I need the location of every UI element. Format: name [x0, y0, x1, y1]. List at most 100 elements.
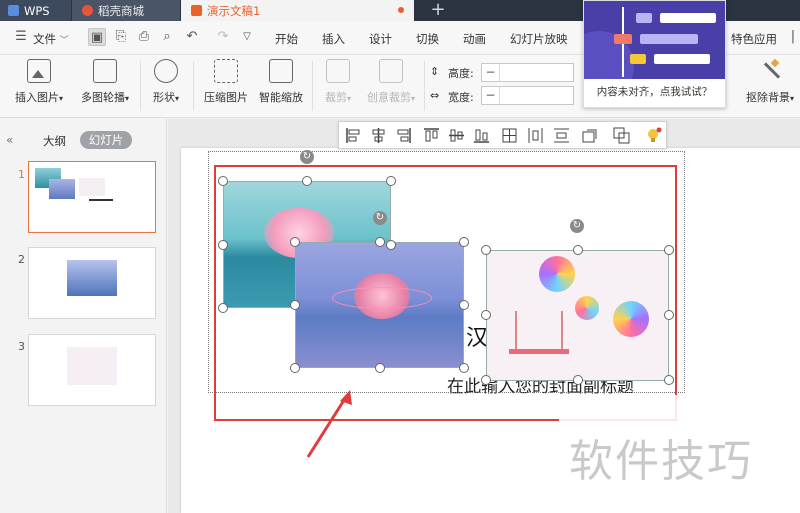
creative-crop-button[interactable]: 创意裁剪▾: [364, 59, 418, 105]
print-preview-icon[interactable]: ⌕: [158, 28, 176, 46]
tab-doc-label: 演示文稿1: [207, 3, 261, 18]
magic-wand-icon: [758, 58, 782, 83]
align-bottom-icon[interactable]: [473, 127, 490, 144]
quick-access-dropdown-icon[interactable]: ▽: [238, 28, 256, 46]
insert-picture-button[interactable]: 插入图片▾: [10, 59, 68, 105]
export-pdf-icon[interactable]: ⎘: [112, 28, 130, 46]
tab-outline[interactable]: 大纲: [43, 133, 66, 149]
wps-logo-icon: [8, 5, 19, 16]
crop-label: 裁剪: [324, 91, 347, 104]
picture-icon: [27, 59, 51, 83]
creative-crop-label: 创意裁剪: [366, 91, 411, 104]
ribbon-divider: [312, 61, 313, 111]
redo-icon[interactable]: ↷: [214, 28, 232, 46]
compress-picture-button[interactable]: 压缩图片: [200, 59, 252, 105]
file-menu[interactable]: 文件 ﹀: [33, 31, 69, 47]
slide-thumbnail-2[interactable]: [28, 247, 156, 319]
slide-number: 1: [18, 168, 25, 181]
ribbon-divider: [140, 61, 141, 111]
shape-label: 形状: [152, 91, 175, 104]
tab-docer-store[interactable]: 稻壳商城: [72, 0, 180, 21]
thumb-image: [67, 347, 117, 385]
group-objects-icon[interactable]: [613, 127, 630, 144]
docer-logo-icon: [82, 5, 93, 16]
remove-background-button[interactable]: 抠除背景▾: [742, 58, 798, 105]
unsaved-indicator-dot: [398, 7, 404, 13]
height-label: 高度:: [448, 67, 474, 80]
tab-presentation[interactable]: 演示文稿1: [181, 0, 414, 21]
menu-transition[interactable]: 切换: [416, 31, 439, 47]
slide-number: 3: [18, 340, 25, 353]
shape-icon: [154, 59, 178, 83]
distribute-horizontal-icon[interactable]: [527, 127, 544, 144]
thumb-image: [67, 260, 117, 296]
rotate-handle[interactable]: ↻: [300, 150, 314, 164]
height-input[interactable]: −: [481, 63, 574, 82]
alignment-tip-popup[interactable]: 内容未对齐，点我试试？: [583, 0, 726, 108]
slide-number: 2: [18, 253, 25, 266]
file-menu-label: 文件: [33, 32, 56, 46]
width-decrease-button[interactable]: −: [482, 87, 500, 104]
menu-special-apps[interactable]: 特色应用: [731, 31, 777, 47]
print-icon[interactable]: ⎙: [135, 28, 153, 46]
watermark: 软件技巧: [559, 395, 800, 513]
width-input[interactable]: −: [481, 86, 574, 105]
tab-slides[interactable]: 幻灯片: [80, 131, 132, 149]
multi-carousel-button[interactable]: 多图轮播▾: [76, 59, 134, 105]
menu-animation[interactable]: 动画: [463, 31, 486, 47]
crop-button[interactable]: 裁剪▾: [318, 59, 358, 105]
width-icon: ⇔: [430, 89, 440, 102]
slide-thumbnail-3[interactable]: [28, 334, 156, 406]
remove-background-label: 抠除背景: [745, 91, 790, 104]
crop-icon: [326, 59, 350, 83]
height-decrease-button[interactable]: −: [482, 64, 500, 81]
undo-icon[interactable]: ↶: [183, 28, 201, 46]
menu-design[interactable]: 设计: [369, 31, 392, 47]
distribute-vertical-icon[interactable]: [553, 127, 570, 144]
align-right-icon[interactable]: [395, 127, 412, 144]
annotation-arrow-icon: [306, 390, 352, 458]
smart-tip-lightbulb-icon[interactable]: [645, 127, 662, 144]
highlight-annotation-box: [214, 165, 677, 421]
smart-zoom-icon: [269, 59, 293, 83]
carousel-icon: [93, 59, 117, 83]
menu-slideshow[interactable]: 幻灯片放映: [510, 31, 568, 47]
shape-button[interactable]: 形状▾: [146, 59, 186, 105]
alignment-float-toolbar: [338, 121, 667, 149]
thumb-image: [79, 178, 105, 196]
compress-picture-label: 压缩图片: [204, 91, 248, 104]
width-label: 宽度:: [448, 91, 474, 104]
menu-insert[interactable]: 插入: [322, 31, 345, 47]
more-menu-icon[interactable]: |: [784, 28, 800, 46]
add-tab-button[interactable]: +: [428, 0, 448, 21]
chevron-down-icon: ﹀: [59, 36, 69, 46]
slide-thumbnail-1[interactable]: [28, 161, 156, 233]
align-center-icon[interactable]: [370, 127, 387, 144]
ribbon-divider: [424, 61, 425, 111]
creative-crop-icon: [379, 59, 403, 83]
alignment-illustration: [584, 1, 725, 79]
smart-zoom-button[interactable]: 智能缩放: [256, 59, 306, 105]
thumb-image: [49, 179, 75, 199]
smart-zoom-label: 智能缩放: [259, 91, 303, 104]
slide-navigation-panel: « 大纲 幻灯片 1 2 3: [0, 119, 167, 513]
ribbon-divider: [193, 61, 194, 111]
tab-store-label: 稻壳商城: [98, 3, 144, 18]
watermark-text: 软件技巧: [569, 436, 753, 487]
alignment-tip-text[interactable]: 内容未对齐，点我试试？: [584, 84, 725, 99]
tab-wps-label: WPS: [24, 3, 50, 18]
align-top-icon[interactable]: [423, 127, 440, 144]
menu-home[interactable]: 开始: [275, 31, 298, 47]
collapse-panel-icon[interactable]: «: [6, 133, 13, 147]
presentation-file-icon: [191, 5, 202, 16]
height-icon: ⇕: [430, 65, 440, 78]
hamburger-menu-icon[interactable]: ☰: [12, 28, 30, 46]
align-left-icon[interactable]: [345, 127, 362, 144]
tab-wps-home[interactable]: WPS: [0, 0, 71, 21]
save-icon[interactable]: ▣: [88, 28, 106, 46]
insert-picture-label: 插入图片: [14, 91, 59, 104]
align-page-center-icon[interactable]: [501, 127, 518, 144]
rotate-align-icon[interactable]: [581, 127, 598, 144]
align-middle-icon[interactable]: [448, 127, 465, 144]
thumb-subtitle-line: [89, 199, 113, 201]
